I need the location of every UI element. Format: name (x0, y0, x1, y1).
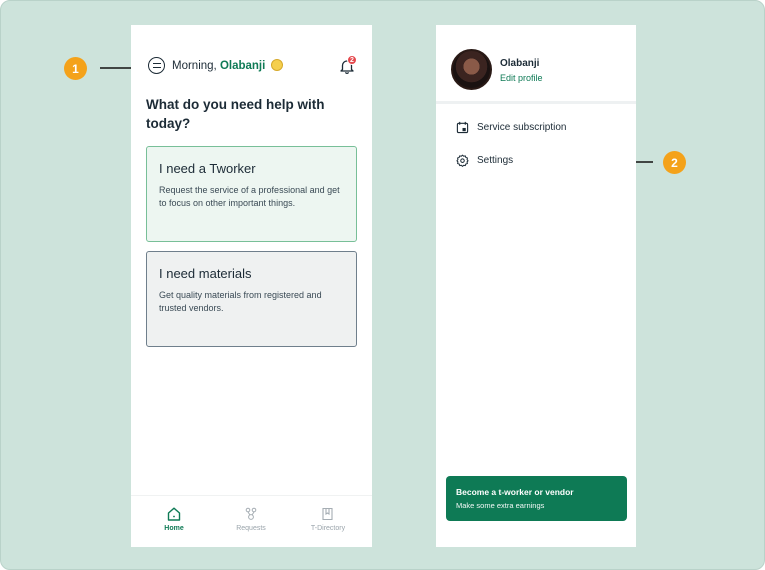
need-tworker-card[interactable]: I need a Tworker Request the service of … (146, 146, 357, 242)
page-title: What do you need help with today? (146, 97, 325, 131)
home-screen: Morning, Olabanji 2 What do you need hel… (131, 25, 372, 547)
nav-label: Home (164, 525, 184, 532)
menu-label: Service subscription (477, 122, 567, 133)
requests-icon (245, 507, 257, 520)
gear-icon (456, 154, 469, 167)
greeting: Morning, Olabanji (172, 59, 283, 72)
nav-item-home[interactable]: Home (144, 506, 204, 532)
nav-item-directory[interactable]: T-Directory (298, 506, 358, 532)
need-materials-card[interactable]: I need materials Get quality materials f… (146, 251, 357, 347)
nav-item-requests[interactable]: Requests (221, 506, 281, 532)
nav-label: T-Directory (310, 525, 346, 532)
menu-item-settings[interactable]: Settings (456, 154, 513, 167)
card-description: Request the service of a professional an… (159, 185, 340, 208)
menu-item-service-subscription[interactable]: Service subscription (456, 121, 566, 134)
profile-name: Olabanji (500, 58, 540, 69)
greeting-user-name: Olabanji (219, 60, 266, 72)
cta-subtitle: Make some extra earnings (456, 501, 545, 510)
calendar-icon (456, 121, 469, 134)
card-title: I need materials (159, 266, 252, 281)
become-tworker-button[interactable]: Become a t-worker or vendor Make some ex… (446, 476, 627, 521)
card-description: Get quality materials from registered an… (159, 290, 322, 313)
menu-label: Settings (477, 155, 514, 166)
greeting-prefix: Morning, (172, 60, 217, 72)
canvas: 1 2 Morning, Olabanji 2 What do you need… (0, 0, 765, 570)
book-icon (322, 507, 333, 521)
menu-icon[interactable] (148, 57, 165, 74)
home-icon (167, 507, 181, 521)
side-drawer: Olabanji Edit profile Service subscripti… (436, 25, 636, 547)
step-badge-2: 2 (663, 151, 686, 174)
step-badge-1: 1 (64, 57, 87, 80)
avatar[interactable] (451, 49, 492, 90)
divider (436, 101, 636, 104)
card-title: I need a Tworker (159, 161, 256, 176)
nav-label: Requests (236, 525, 266, 532)
cta-title: Become a t-worker or vendor (456, 487, 574, 497)
notification-badge: 2 (347, 55, 357, 65)
smile-emoji-icon (270, 59, 283, 71)
edit-profile-link[interactable]: Edit profile (500, 73, 543, 83)
bottom-nav: Home Requests T-Directory (131, 495, 372, 547)
